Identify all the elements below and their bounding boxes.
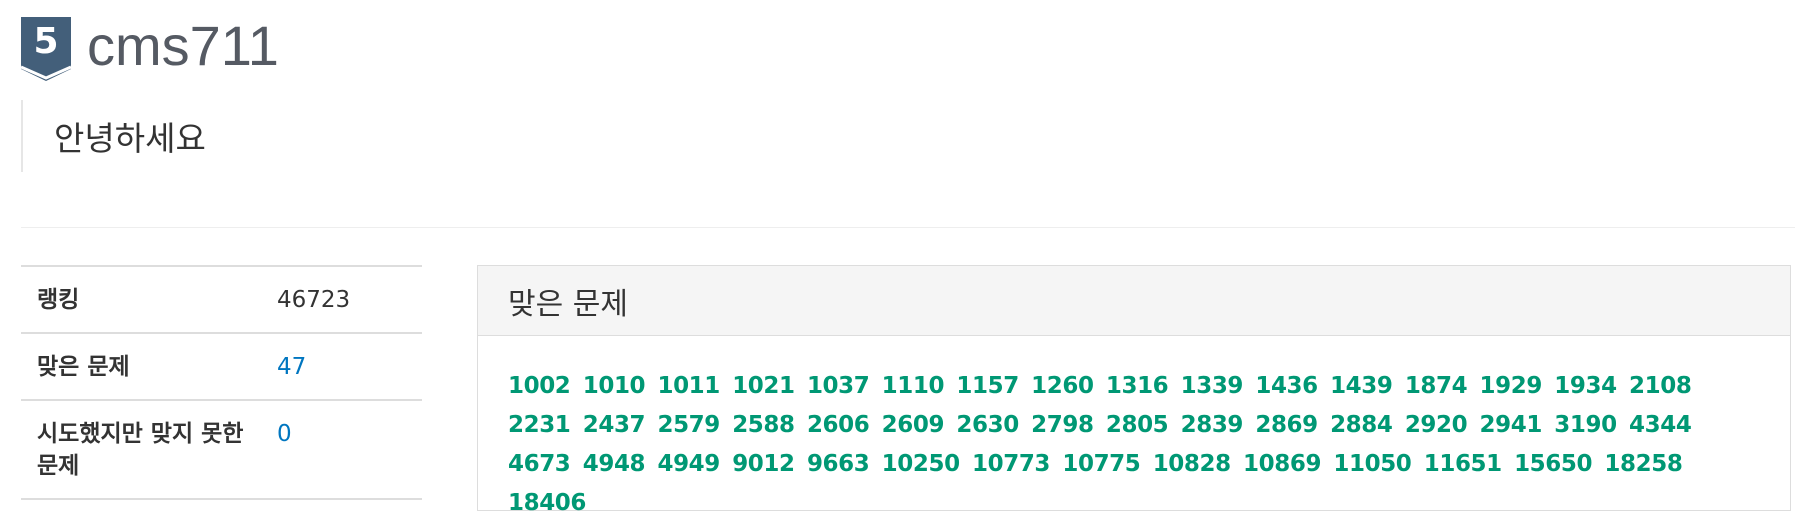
problem-link[interactable]: 1110	[882, 373, 945, 399]
problem-link[interactable]: 10869	[1243, 451, 1321, 477]
stat-value-failed-link[interactable]: 0	[262, 400, 422, 499]
problem-link[interactable]: 9012	[732, 451, 795, 477]
problem-link[interactable]: 2588	[732, 412, 795, 438]
problem-link[interactable]: 2609	[882, 412, 945, 438]
problem-link[interactable]: 2437	[583, 412, 646, 438]
tier-number: 5	[33, 21, 59, 62]
panel-heading: 맞은 문제	[478, 266, 1790, 336]
problem-link[interactable]: 1002	[508, 373, 571, 399]
problem-link[interactable]: 1260	[1031, 373, 1094, 399]
stat-row-failed: 시도했지만 맞지 못한 문제 0	[21, 400, 422, 499]
problem-link[interactable]: 4673	[508, 451, 571, 477]
problem-link[interactable]: 2606	[807, 412, 870, 438]
problem-link[interactable]: 2839	[1181, 412, 1244, 438]
problem-link[interactable]: 2231	[508, 412, 571, 438]
problem-link[interactable]: 2941	[1480, 412, 1543, 438]
profile-header: 5 cms711	[21, 14, 279, 84]
problem-link[interactable]: 11050	[1333, 451, 1411, 477]
stat-label: 맞은 문제	[37, 354, 130, 380]
problem-link[interactable]: 10773	[972, 451, 1050, 477]
problem-link[interactable]: 2884	[1330, 412, 1393, 438]
problem-link[interactable]: 1011	[657, 373, 720, 399]
section-divider	[21, 227, 1795, 228]
stat-label: 랭킹	[37, 287, 80, 313]
stat-row-solved: 맞은 문제 47	[21, 333, 422, 400]
problem-link[interactable]: 11651	[1424, 451, 1502, 477]
problem-link[interactable]: 1339	[1181, 373, 1244, 399]
tier-badge-icon: 5	[21, 17, 71, 81]
problem-link[interactable]: 2798	[1031, 412, 1094, 438]
panel-title: 맞은 문제	[508, 286, 628, 322]
problem-link[interactable]: 1037	[807, 373, 870, 399]
problem-link[interactable]: 2108	[1629, 373, 1692, 399]
problem-link[interactable]: 10250	[882, 451, 960, 477]
problem-link[interactable]: 3190	[1554, 412, 1617, 438]
problem-link[interactable]: 10775	[1062, 451, 1140, 477]
problem-link[interactable]: 1874	[1405, 373, 1468, 399]
problem-link[interactable]: 2869	[1255, 412, 1318, 438]
problem-link[interactable]: 2805	[1106, 412, 1169, 438]
username: cms711	[87, 14, 279, 77]
problem-link[interactable]: 2579	[657, 412, 720, 438]
solved-problems-panel: 맞은 문제 1002 1010 1011 1021 1037 1110 1157…	[477, 265, 1791, 516]
stats-table: 랭킹 46723 맞은 문제 47 시도했지만 맞지 못한 문제 0	[21, 265, 422, 500]
stat-label: 시도했지만 맞지 못한 문제	[37, 421, 244, 479]
problem-link[interactable]: 18406	[508, 490, 586, 516]
problem-link[interactable]: 1436	[1255, 373, 1318, 399]
problem-link[interactable]: 1157	[956, 373, 1019, 399]
problem-link[interactable]: 1021	[732, 373, 795, 399]
problem-link[interactable]: 1010	[583, 373, 646, 399]
problem-link[interactable]: 2920	[1405, 412, 1468, 438]
stat-value-solved-link[interactable]: 47	[262, 333, 422, 400]
stat-row-rank: 랭킹 46723	[21, 266, 422, 333]
status-message: 안녕하세요	[54, 119, 206, 158]
problem-link[interactable]: 2630	[956, 412, 1019, 438]
problem-link[interactable]: 1929	[1480, 373, 1543, 399]
problem-link[interactable]: 10828	[1153, 451, 1231, 477]
problem-link[interactable]: 4344	[1629, 412, 1692, 438]
problem-link[interactable]: 1316	[1106, 373, 1169, 399]
problem-link[interactable]: 4949	[657, 451, 720, 477]
problem-link[interactable]: 18258	[1604, 451, 1682, 477]
status-message-quote: 안녕하세요	[21, 100, 206, 172]
problem-link[interactable]: 4948	[583, 451, 646, 477]
problem-list: 1002 1010 1011 1021 1037 1110 1157 1260 …	[478, 336, 1790, 517]
problem-link[interactable]: 9663	[807, 451, 870, 477]
problem-link[interactable]: 1934	[1554, 373, 1617, 399]
problem-link[interactable]: 1439	[1330, 373, 1393, 399]
stat-value-rank: 46723	[277, 287, 351, 313]
profile-page: 5 cms711 안녕하세요 랭킹 46723 맞은 문제 47 시도했지만 맞…	[0, 0, 1815, 517]
problem-link[interactable]: 15650	[1514, 451, 1592, 477]
